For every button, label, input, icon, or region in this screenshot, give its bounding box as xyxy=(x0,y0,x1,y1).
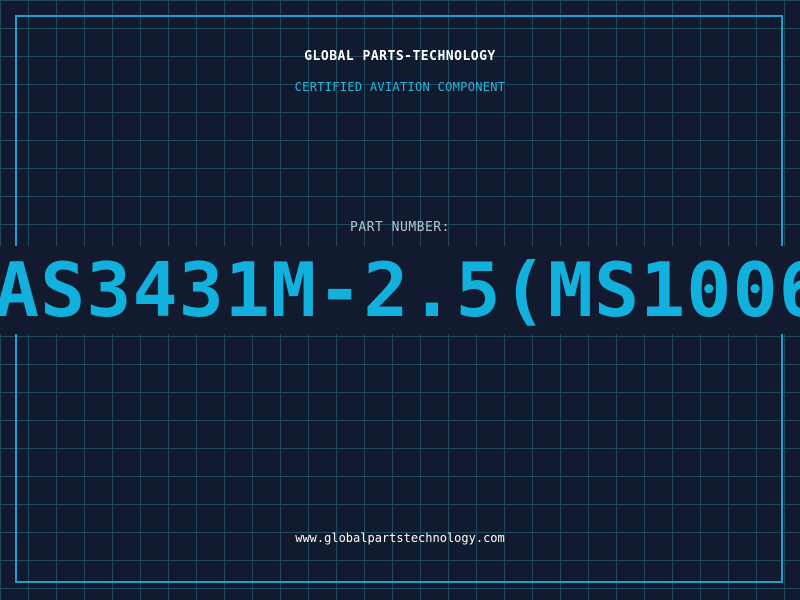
certification-subtitle: CERTIFIED AVIATION COMPONENT xyxy=(294,80,506,94)
company-name: GLOBAL PARTS-TECHNOLOGY xyxy=(304,49,496,64)
certificate-card: GLOBAL PARTS-TECHNOLOGY CERTIFIED AVIATI… xyxy=(0,0,800,600)
part-number-value: AS3431M-2.5(MS1006 xyxy=(0,246,800,334)
part-number-band: AS3431M-2.5(MS1006 xyxy=(0,246,800,334)
website-url[interactable]: www.globalpartstechnology.com xyxy=(0,531,800,545)
part-number-label: PART NUMBER: xyxy=(350,220,450,235)
